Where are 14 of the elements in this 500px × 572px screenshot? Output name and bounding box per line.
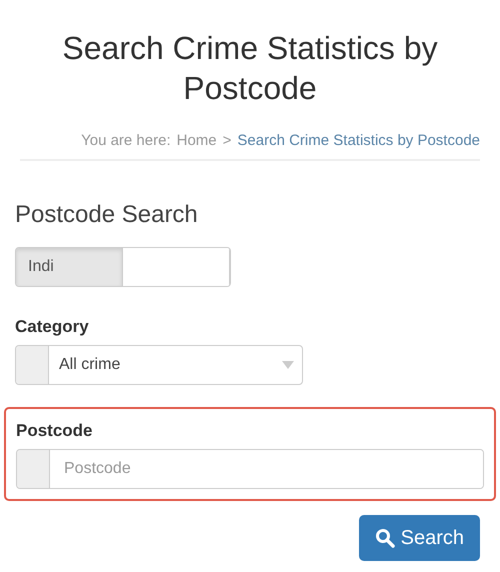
section-title: Postcode Search [15, 201, 199, 229]
toggle-button[interactable]: Indi [16, 248, 123, 286]
postcode-field[interactable]: Postcode [16, 449, 484, 489]
postcode-label: Postcode [16, 421, 94, 441]
breadcrumb-separator: > [222, 132, 232, 149]
breadcrumb-link[interactable]: Home [176, 132, 217, 149]
search-icon [374, 528, 395, 548]
caret-icon [282, 361, 294, 369]
search-button[interactable]: Search [358, 515, 480, 561]
breadcrumb-current[interactable]: Search Crime Statistics by Postcode [237, 132, 480, 149]
page-title: Search Crime Statistics by Postcode [61, 29, 439, 108]
category-dropdown[interactable]: All crime [15, 345, 303, 385]
category-label: Category [15, 317, 90, 337]
breadcrumb-label: You are here: [81, 132, 171, 149]
